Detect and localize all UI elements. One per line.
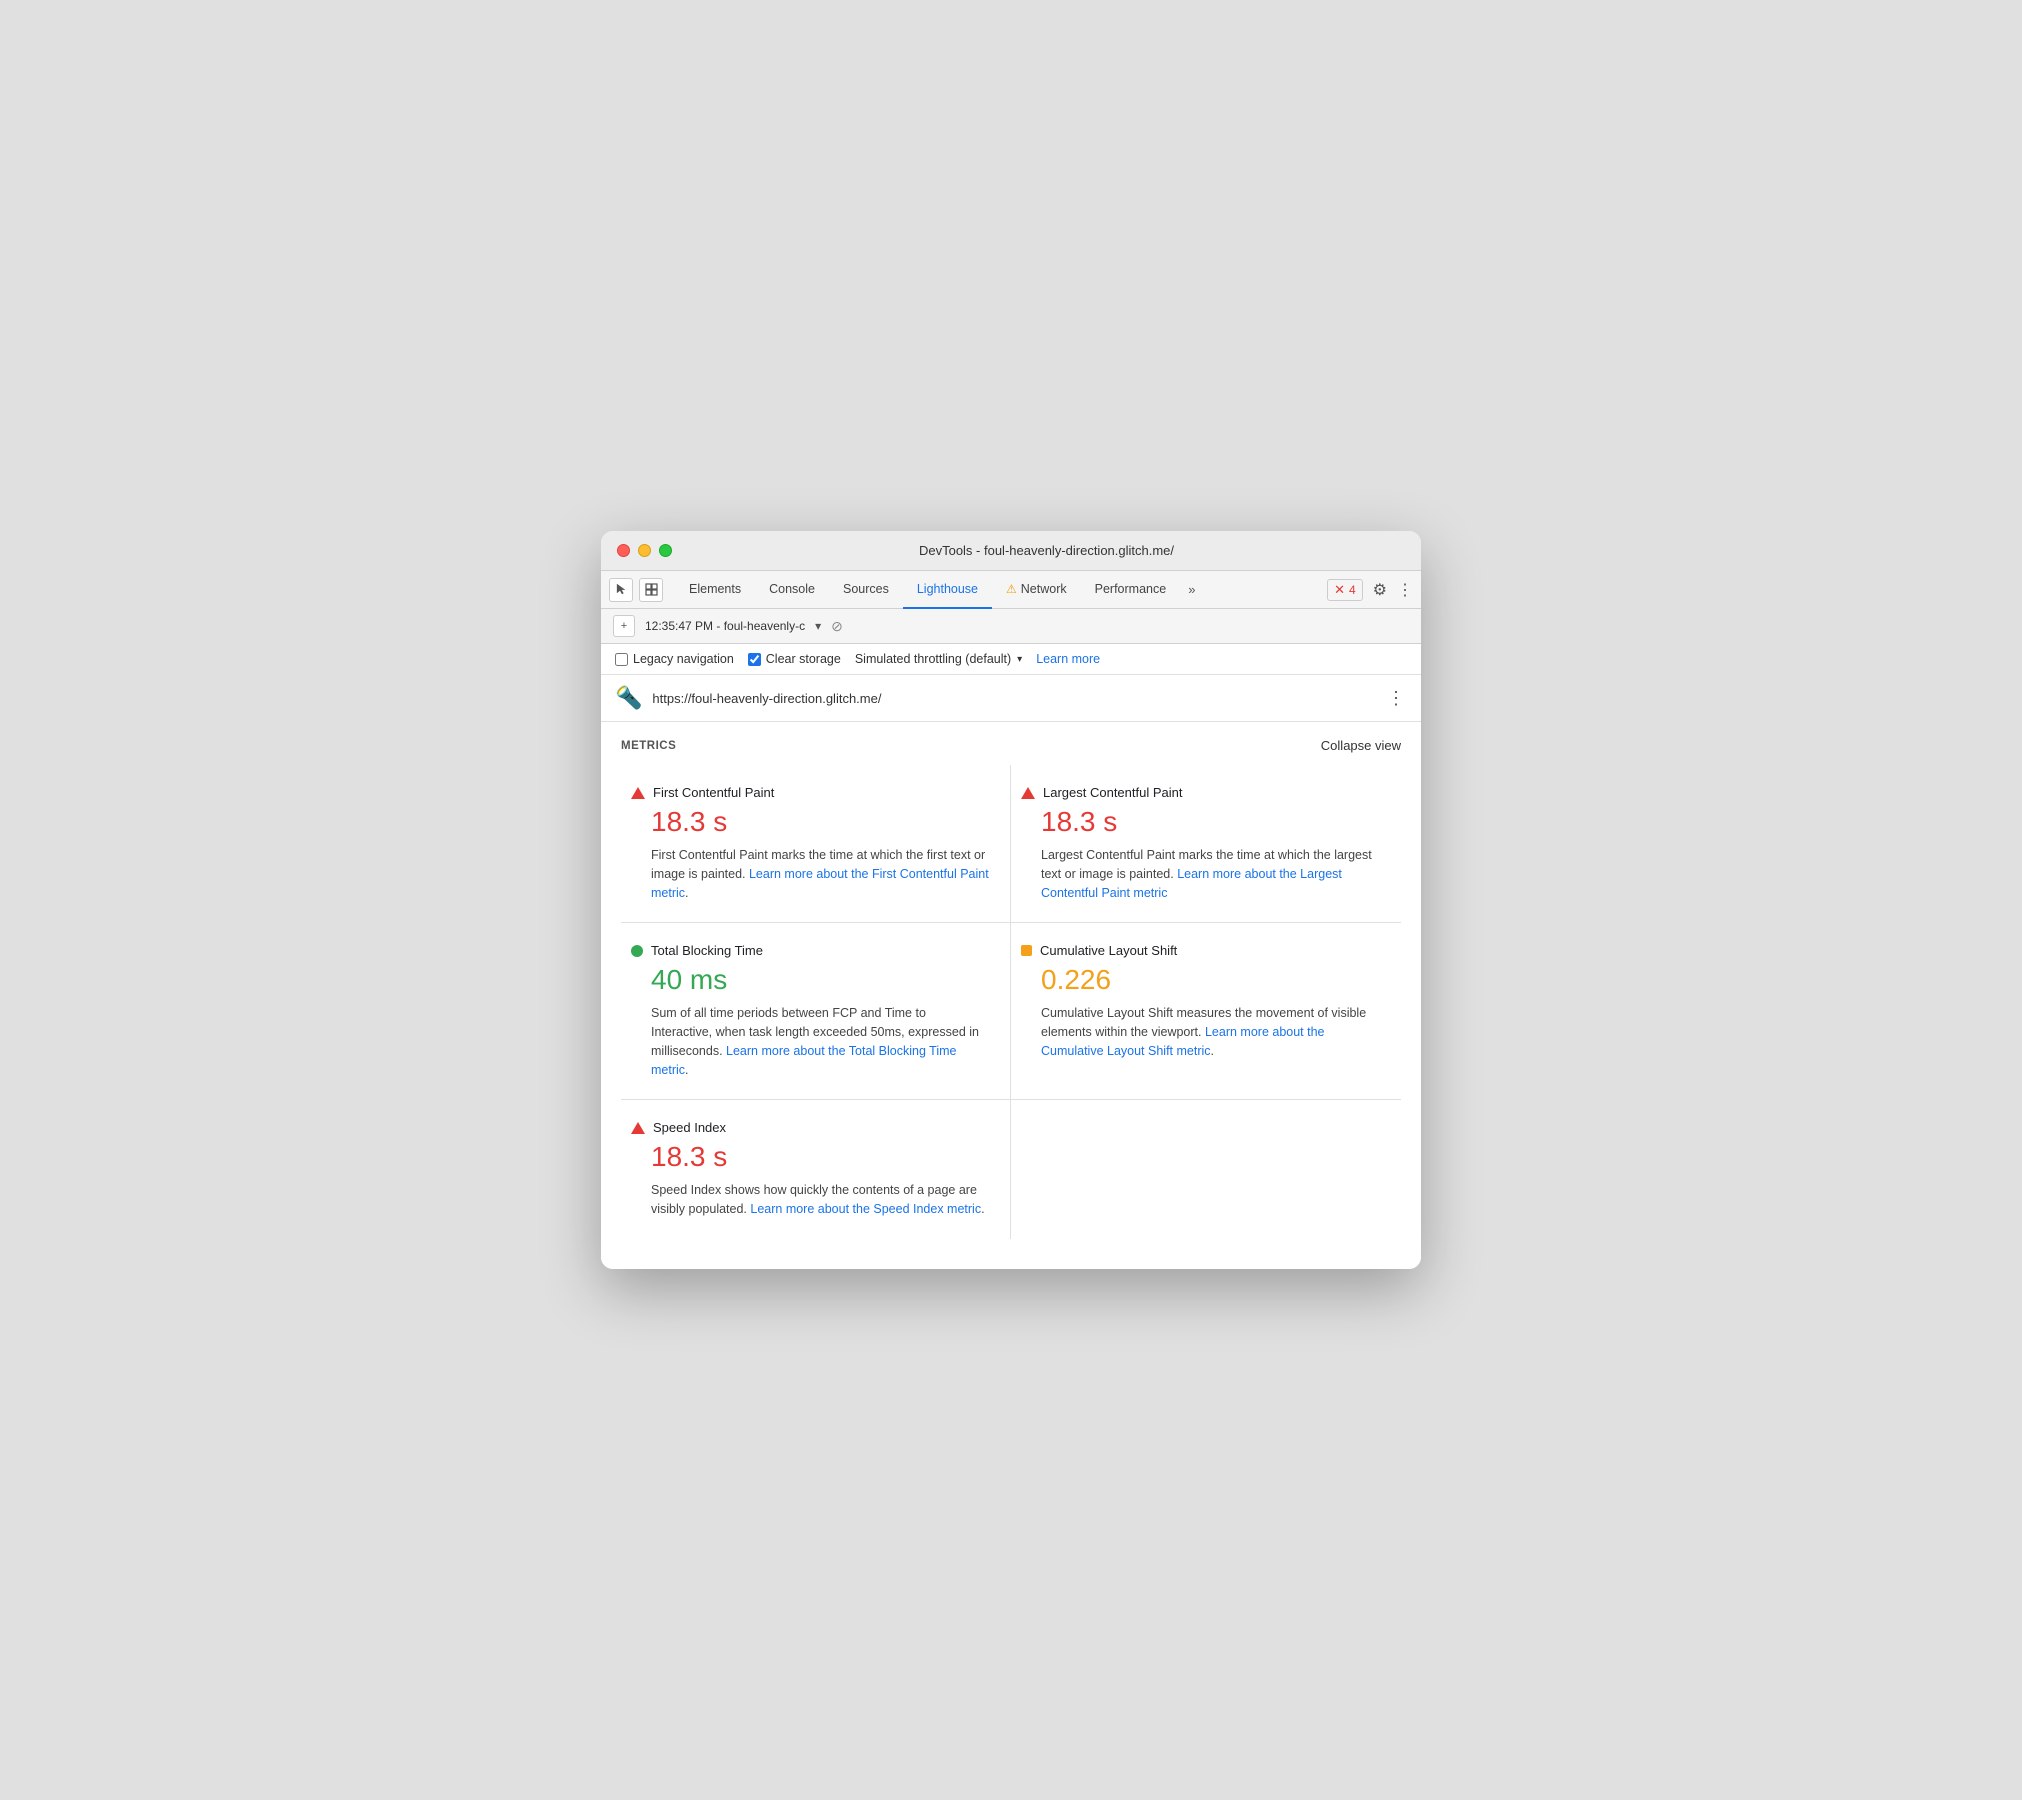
- window-title: DevTools - foul-heavenly-direction.glitc…: [688, 543, 1405, 558]
- legacy-navigation-checkbox[interactable]: [615, 653, 628, 666]
- minimize-button[interactable]: [638, 544, 651, 557]
- throttling-dropdown-arrow: ▾: [1017, 654, 1022, 665]
- tbt-learn-more-link[interactable]: Learn more about the Total Blocking Time…: [651, 1044, 957, 1077]
- fcp-name: First Contentful Paint: [653, 785, 774, 800]
- metric-si: Speed Index 18.3 s Speed Index shows how…: [621, 1100, 1011, 1239]
- lcp-learn-more-link[interactable]: Learn more about the Largest Contentful …: [1041, 867, 1342, 900]
- tab-network[interactable]: ⚠ Network: [992, 571, 1081, 609]
- clear-storage-checkbox[interactable]: [748, 653, 761, 666]
- cursor-icon-btn[interactable]: [609, 578, 633, 602]
- metric-fcp-header: First Contentful Paint: [631, 785, 990, 800]
- cls-desc: Cumulative Layout Shift measures the mov…: [1041, 1004, 1381, 1060]
- url-text: https://foul-heavenly-direction.glitch.m…: [652, 691, 1377, 706]
- lcp-indicator-icon: [1021, 787, 1035, 799]
- legacy-navigation-checkbox-label[interactable]: Legacy navigation: [615, 652, 734, 666]
- error-icon: ✕: [1334, 582, 1345, 598]
- learn-more-link[interactable]: Learn more: [1036, 652, 1100, 666]
- si-name: Speed Index: [653, 1120, 726, 1135]
- devtools-more-btn[interactable]: ⋮: [1397, 580, 1413, 600]
- timestamp-label: 12:35:47 PM - foul-heavenly-c: [645, 619, 805, 633]
- fcp-value: 18.3 s: [651, 806, 990, 838]
- clear-storage-checkbox-label[interactable]: Clear storage: [748, 652, 841, 666]
- fcp-desc: First Contentful Paint marks the time at…: [651, 846, 990, 902]
- network-warn-icon: ⚠: [1006, 582, 1017, 596]
- cls-name: Cumulative Layout Shift: [1040, 943, 1177, 958]
- fcp-learn-more-link[interactable]: Learn more about the First Contentful Pa…: [651, 867, 989, 900]
- tab-performance[interactable]: Performance: [1081, 571, 1181, 609]
- metric-lcp-header: Largest Contentful Paint: [1021, 785, 1381, 800]
- tab-console[interactable]: Console: [755, 571, 829, 609]
- tab-sources[interactable]: Sources: [829, 571, 903, 609]
- cls-value: 0.226: [1041, 964, 1381, 996]
- metrics-header: METRICS Collapse view: [621, 738, 1401, 753]
- tbt-name: Total Blocking Time: [651, 943, 763, 958]
- collapse-view-btn[interactable]: Collapse view: [1321, 738, 1401, 753]
- metric-cls: Cumulative Layout Shift 0.226 Cumulative…: [1011, 923, 1401, 1100]
- settings-gear-btn[interactable]: ⚙: [1373, 580, 1387, 600]
- tab-elements[interactable]: Elements: [675, 571, 755, 609]
- add-tab-btn[interactable]: +: [613, 615, 635, 637]
- error-count: 4: [1349, 583, 1356, 597]
- element-picker-btn[interactable]: [639, 578, 663, 602]
- main-content: METRICS Collapse view First Contentful P…: [601, 722, 1421, 1269]
- error-badge[interactable]: ✕ 4: [1327, 579, 1363, 601]
- dropdown-arrow-icon[interactable]: ▾: [815, 619, 821, 633]
- url-bar: 🔦 https://foul-heavenly-direction.glitch…: [601, 675, 1421, 722]
- tab-right-controls: ✕ 4 ⚙ ⋮: [1327, 579, 1413, 601]
- lcp-name: Largest Contentful Paint: [1043, 785, 1182, 800]
- cls-indicator-icon: [1021, 945, 1032, 956]
- throttling-select[interactable]: Simulated throttling (default) ▾: [855, 652, 1022, 666]
- si-indicator-icon: [631, 1122, 645, 1134]
- tab-more-btn[interactable]: »: [1180, 582, 1203, 597]
- lighthouse-icon: 🔦: [615, 685, 642, 711]
- block-icon[interactable]: ⊘: [831, 618, 843, 635]
- options-bar: Legacy navigation Clear storage Simulate…: [601, 644, 1421, 675]
- tbt-indicator-icon: [631, 945, 643, 957]
- tab-icon-group: [609, 578, 663, 602]
- si-value: 18.3 s: [651, 1141, 990, 1173]
- cls-learn-more-link[interactable]: Learn more about the Cumulative Layout S…: [1041, 1025, 1325, 1058]
- metrics-grid: First Contentful Paint 18.3 s First Cont…: [621, 765, 1401, 1239]
- devtools-window: DevTools - foul-heavenly-direction.glitc…: [601, 531, 1421, 1269]
- close-button[interactable]: [617, 544, 630, 557]
- maximize-button[interactable]: [659, 544, 672, 557]
- metric-tbt: Total Blocking Time 40 ms Sum of all tim…: [621, 923, 1011, 1100]
- metrics-title: METRICS: [621, 740, 676, 752]
- fcp-indicator-icon: [631, 787, 645, 799]
- metric-empty-cell: [1011, 1100, 1401, 1239]
- metric-lcp: Largest Contentful Paint 18.3 s Largest …: [1011, 765, 1401, 923]
- tab-lighthouse[interactable]: Lighthouse: [903, 571, 992, 609]
- tbt-desc: Sum of all time periods between FCP and …: [651, 1004, 990, 1079]
- devtools-toolbar: + 12:35:47 PM - foul-heavenly-c ▾ ⊘: [601, 609, 1421, 644]
- metric-fcp: First Contentful Paint 18.3 s First Cont…: [621, 765, 1011, 923]
- metric-cls-header: Cumulative Layout Shift: [1021, 943, 1381, 958]
- tbt-value: 40 ms: [651, 964, 990, 996]
- tab-bar: Elements Console Sources Lighthouse ⚠ Ne…: [601, 571, 1421, 609]
- si-desc: Speed Index shows how quickly the conten…: [651, 1181, 990, 1219]
- traffic-lights: [617, 544, 672, 557]
- lcp-value: 18.3 s: [1041, 806, 1381, 838]
- metric-tbt-header: Total Blocking Time: [631, 943, 990, 958]
- title-bar: DevTools - foul-heavenly-direction.glitc…: [601, 531, 1421, 571]
- url-more-btn[interactable]: ⋮: [1387, 688, 1407, 709]
- metric-si-header: Speed Index: [631, 1120, 990, 1135]
- lcp-desc: Largest Contentful Paint marks the time …: [1041, 846, 1381, 902]
- si-learn-more-link[interactable]: Learn more about the Speed Index metric: [750, 1202, 981, 1216]
